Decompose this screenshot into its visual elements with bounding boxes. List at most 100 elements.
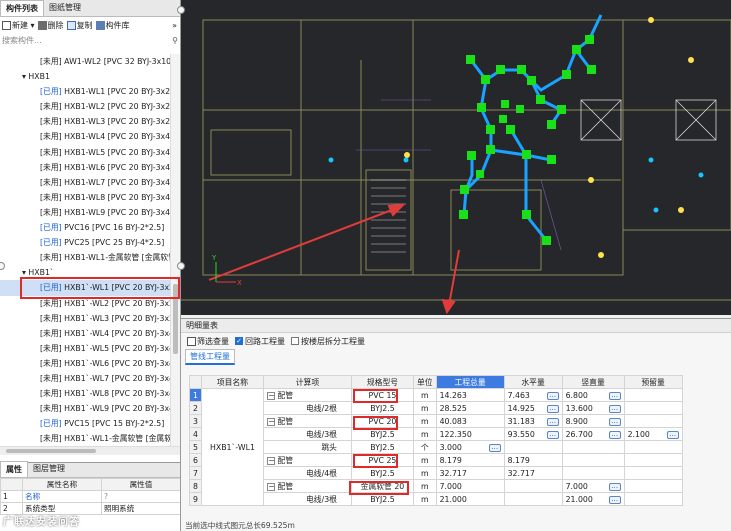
- tree-item[interactable]: [未用] HXB1`-WL8 [PVC 20 BYJ-3x4]: [0, 386, 170, 401]
- reserve-quantity-cell[interactable]: [623, 401, 683, 415]
- ellipsis-button[interactable]: …: [608, 404, 621, 413]
- tree-item[interactable]: [未用] HXB1-WL3 [PVC 20 BYJ-3x2.5: [0, 114, 170, 129]
- vertical-quantity-cell[interactable]: 6.800…: [561, 388, 625, 402]
- tree-item[interactable]: [未用] HXB1-WL5 [PVC 20 BYJ-3x4]: [0, 145, 170, 160]
- ellipsis-button[interactable]: …: [608, 430, 621, 439]
- search-input[interactable]: 搜索构件... ⚲: [2, 34, 178, 47]
- table-row[interactable]: 4 电线/3根 BYJ2.5 m 122.350 93.550… 26.700… 2.100…: [189, 427, 683, 441]
- tree-item[interactable]: [未用] HXB1`-WL9 [PVC 20 BYJ-3x4]: [0, 401, 170, 416]
- horizontal-quantity-cell[interactable]: 93.550…: [503, 427, 563, 441]
- reserve-quantity-cell[interactable]: [623, 388, 683, 402]
- reserve-quantity-cell[interactable]: 2.100…: [623, 427, 683, 441]
- tab-layer-management[interactable]: 图层管理: [28, 461, 70, 477]
- tree-item[interactable]: [未用] HXB1`-WL1-金属软管 [金属软管: [0, 431, 170, 446]
- split-by-floor-checkbox[interactable]: 按楼层拆分工程量: [291, 336, 365, 347]
- collapse-icon[interactable]: −: [266, 456, 275, 465]
- tree-item[interactable]: [已用] HXB1`-WL1 [PVC 20 BYJ-3x2.5: [0, 280, 170, 296]
- vertical-quantity-cell[interactable]: 7.000…: [561, 479, 625, 493]
- tree-item[interactable]: [未用] HXB1-WL6 [PVC 20 BYJ-3x4]: [0, 160, 170, 175]
- tree-vertical-scrollbar[interactable]: [170, 54, 180, 446]
- total-quantity-cell[interactable]: 14.263: [435, 388, 505, 402]
- tree-group[interactable]: ▾ HXB1`: [0, 265, 170, 280]
- reserve-quantity-cell[interactable]: [623, 453, 683, 467]
- vertical-quantity-cell[interactable]: [561, 440, 625, 454]
- ellipsis-button[interactable]: …: [546, 404, 559, 413]
- vertical-quantity-cell[interactable]: 26.700…: [561, 427, 625, 441]
- reserve-quantity-cell[interactable]: [623, 440, 683, 454]
- collapse-icon[interactable]: −: [266, 391, 275, 400]
- new-button[interactable]: 新建 ▾: [2, 20, 35, 31]
- circuit-quantity-checkbox[interactable]: ✓ 回路工程量: [235, 336, 285, 347]
- vertical-quantity-cell[interactable]: [561, 453, 625, 467]
- total-quantity-cell[interactable]: 40.083: [435, 414, 505, 428]
- reserve-quantity-cell[interactable]: [623, 479, 683, 493]
- tree-item[interactable]: [已用] HXB1-WL1 [PVC 20 BYJ-3x2.5: [0, 84, 170, 99]
- table-row[interactable]: 7 电线/4根 BYJ2.5 m 32.717 32.717: [189, 466, 683, 480]
- library-button[interactable]: 构件库: [95, 20, 130, 31]
- total-quantity-cell[interactable]: 28.525: [435, 401, 505, 415]
- property-value[interactable]: 照明系统: [100, 502, 180, 515]
- vertical-quantity-cell[interactable]: 13.600…: [561, 401, 625, 415]
- tree-item[interactable]: [未用] HXB1`-WL7 [PVC 20 BYJ-3x4]: [0, 371, 170, 386]
- tree-item[interactable]: [未用] HXB1-WL1-金属软管 [金属软管: [0, 250, 170, 265]
- total-quantity-cell[interactable]: 32.717: [435, 466, 505, 480]
- delete-button[interactable]: 删除: [37, 20, 64, 31]
- tree-item[interactable]: [未用] HXB1-WL2 [PVC 20 BYJ-3x2.5: [0, 99, 170, 114]
- total-quantity-cell[interactable]: 7.000: [435, 479, 505, 493]
- reserve-quantity-cell[interactable]: [623, 492, 683, 506]
- ellipsis-button[interactable]: …: [546, 391, 559, 400]
- property-value[interactable]: ?: [100, 490, 180, 503]
- horizontal-quantity-cell[interactable]: 32.717: [503, 466, 563, 480]
- reserve-quantity-cell[interactable]: [623, 414, 683, 428]
- vertical-quantity-cell[interactable]: [561, 466, 625, 480]
- filter-button[interactable]: 筛选查量: [187, 336, 229, 347]
- total-quantity-cell[interactable]: 122.350: [435, 427, 505, 441]
- tree-item[interactable]: [已用] PVC15 [PVC 15 BYJ-2*2.5]: [0, 416, 170, 431]
- table-row[interactable]: 8− 配管 金属软管 20 m 7.000 7.000…: [189, 479, 683, 493]
- table-row[interactable]: 6− 配管 PVC 25 m 8.179 8.179: [189, 453, 683, 467]
- vertical-quantity-cell[interactable]: 21.000…: [561, 492, 625, 506]
- tree-item[interactable]: [未用] HXB1`-WL3 [PVC 20 BYJ-3x2.5: [0, 311, 170, 326]
- tree-horizontal-scrollbar[interactable]: [0, 446, 180, 455]
- horizontal-quantity-cell[interactable]: [503, 440, 563, 454]
- tree-item[interactable]: [未用] HXB1`-WL4 [PVC 20 BYJ-3x4]: [0, 326, 170, 341]
- horizontal-quantity-cell[interactable]: [503, 479, 563, 493]
- cad-drawing-view[interactable]: Y X: [181, 0, 731, 315]
- ellipsis-button[interactable]: …: [608, 391, 621, 400]
- tree-item[interactable]: [未用] HXB1-WL4 [PVC 20 BYJ-3x4]: [0, 129, 170, 144]
- ellipsis-button[interactable]: …: [546, 430, 559, 439]
- table-row[interactable]: 2 电线/2根 BYJ2.5 m 28.525 14.925… 13.600…: [189, 401, 683, 415]
- ellipsis-button[interactable]: …: [608, 482, 621, 491]
- tab-component-list[interactable]: 构件列表: [0, 0, 44, 16]
- column-header-total-quantity[interactable]: 工程总量: [435, 375, 505, 389]
- ellipsis-button[interactable]: …: [608, 495, 621, 504]
- horizontal-quantity-cell[interactable]: 31.183…: [503, 414, 563, 428]
- ellipsis-button[interactable]: …: [488, 443, 501, 452]
- more-icon[interactable]: »: [172, 21, 177, 30]
- tree-item[interactable]: [未用] AW1-WL2 [PVC 32 BYJ-3x10]: [0, 54, 170, 69]
- total-quantity-cell[interactable]: 8.179: [435, 453, 505, 467]
- horizontal-quantity-cell[interactable]: 14.925…: [503, 401, 563, 415]
- table-row[interactable]: 1 HXB1`-WL1− 配管 PVC 15 m 14.263 7.463… 6.800…: [189, 388, 683, 506]
- property-row[interactable]: 1 名称?: [0, 490, 180, 503]
- ellipsis-button[interactable]: …: [608, 417, 621, 426]
- tree-item[interactable]: [未用] HXB1-WL8 [PVC 20 BYJ-3x4]: [0, 190, 170, 205]
- reserve-quantity-cell[interactable]: [623, 466, 683, 480]
- ellipsis-button[interactable]: …: [666, 430, 679, 439]
- vertical-quantity-cell[interactable]: 8.900…: [561, 414, 625, 428]
- ellipsis-button[interactable]: …: [546, 417, 559, 426]
- tree-item[interactable]: [未用] HXB1`-WL2 [PVC 20 BYJ-3x2.5: [0, 296, 170, 311]
- collapse-icon[interactable]: −: [266, 417, 275, 426]
- table-row[interactable]: 5 跳头 BYJ2.5 个 3.000…: [189, 440, 683, 454]
- tab-properties[interactable]: 属性: [0, 461, 28, 477]
- tree-item[interactable]: [未用] HXB1`-WL5 [PVC 20 BYJ-3x4]: [0, 341, 170, 356]
- copy-button[interactable]: 复制: [66, 20, 93, 31]
- tree-group[interactable]: ▾ HXB1: [0, 69, 170, 84]
- scrollbar-thumb[interactable]: [173, 284, 178, 354]
- horizontal-quantity-cell[interactable]: 7.463…: [503, 388, 563, 402]
- table-row[interactable]: 9 电线/3根 BYJ2.5 m 21.000 21.000…: [189, 492, 683, 506]
- total-quantity-cell[interactable]: 21.000: [435, 492, 505, 506]
- horizontal-quantity-cell[interactable]: [503, 492, 563, 506]
- tree-item[interactable]: [未用] HXB1-WL9 [PVC 20 BYJ-3x4]: [0, 205, 170, 220]
- tree-item[interactable]: [未用] HXB1-WL7 [PVC 20 BYJ-3x4]: [0, 175, 170, 190]
